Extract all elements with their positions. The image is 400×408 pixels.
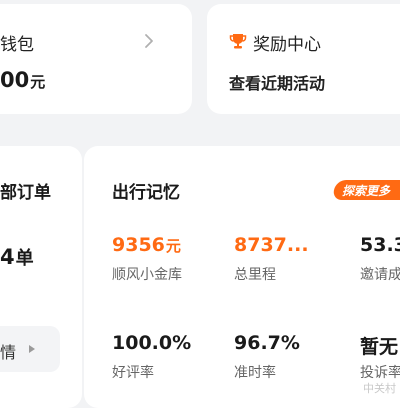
stat-value: 暂无 xyxy=(360,332,399,359)
stat-value-number: 8737... xyxy=(234,234,309,256)
orders-card[interactable]: 部订单 4单 情 xyxy=(0,146,82,408)
triangle-right-icon xyxy=(29,345,35,353)
wallet-amount-value: 00 xyxy=(0,68,30,92)
reward-center-card[interactable]: 奖励中心 查看近期活动 xyxy=(207,4,400,114)
orders-detail-button[interactable]: 情 xyxy=(0,326,60,372)
stat-value-number: 9356 xyxy=(112,234,165,256)
travel-memory-title: 出行记忆 xyxy=(112,183,180,203)
orders-detail-label: 情 xyxy=(0,343,17,362)
wallet-title: 钱包 xyxy=(0,35,34,55)
stat-value-number: 96.7% xyxy=(234,332,300,354)
orders-count-unit: 单 xyxy=(15,248,34,269)
stat-label: 投诉率 xyxy=(360,365,400,381)
stat-value: 53.3 xyxy=(360,234,400,256)
trophy-icon xyxy=(229,34,247,49)
stat-value-number: 暂无 xyxy=(360,336,399,358)
stat-label: 顺风小金库 xyxy=(112,267,182,283)
reward-center-subtitle: 查看近期活动 xyxy=(229,74,326,93)
reward-center-title: 奖励中心 xyxy=(253,35,321,55)
wallet-amount-unit: 元 xyxy=(30,73,46,91)
stat-value: 96.7% xyxy=(234,332,301,354)
stat-value: 9356元 xyxy=(112,234,181,256)
chevron-right-icon xyxy=(145,34,153,48)
stat-value: 8737... xyxy=(234,234,310,256)
stat-value: 100.0% xyxy=(112,332,192,354)
stat-value-number: 100.0% xyxy=(112,332,192,354)
stat-label: 好评率 xyxy=(112,365,154,381)
explore-more-label: 探索更多 xyxy=(342,184,391,198)
travel-memory-card: 出行记忆 探索更多 9356元 顺风小金库 8737... 总里程 53.3 邀… xyxy=(84,146,400,408)
stat-value-unit: 元 xyxy=(165,237,181,255)
stat-value-number: 53.3 xyxy=(360,234,400,256)
watermark: 中关村 xyxy=(363,382,396,395)
wallet-amount: 00元 xyxy=(0,68,45,92)
wallet-card[interactable]: 钱包 00元 xyxy=(0,4,192,114)
orders-title: 部订单 xyxy=(0,183,51,203)
orders-count-value: 4 xyxy=(0,245,15,269)
stat-label: 准时率 xyxy=(234,365,276,381)
orders-count: 4单 xyxy=(0,244,34,270)
stat-label: 总里程 xyxy=(234,267,276,283)
stat-label: 邀请成 xyxy=(360,267,400,283)
